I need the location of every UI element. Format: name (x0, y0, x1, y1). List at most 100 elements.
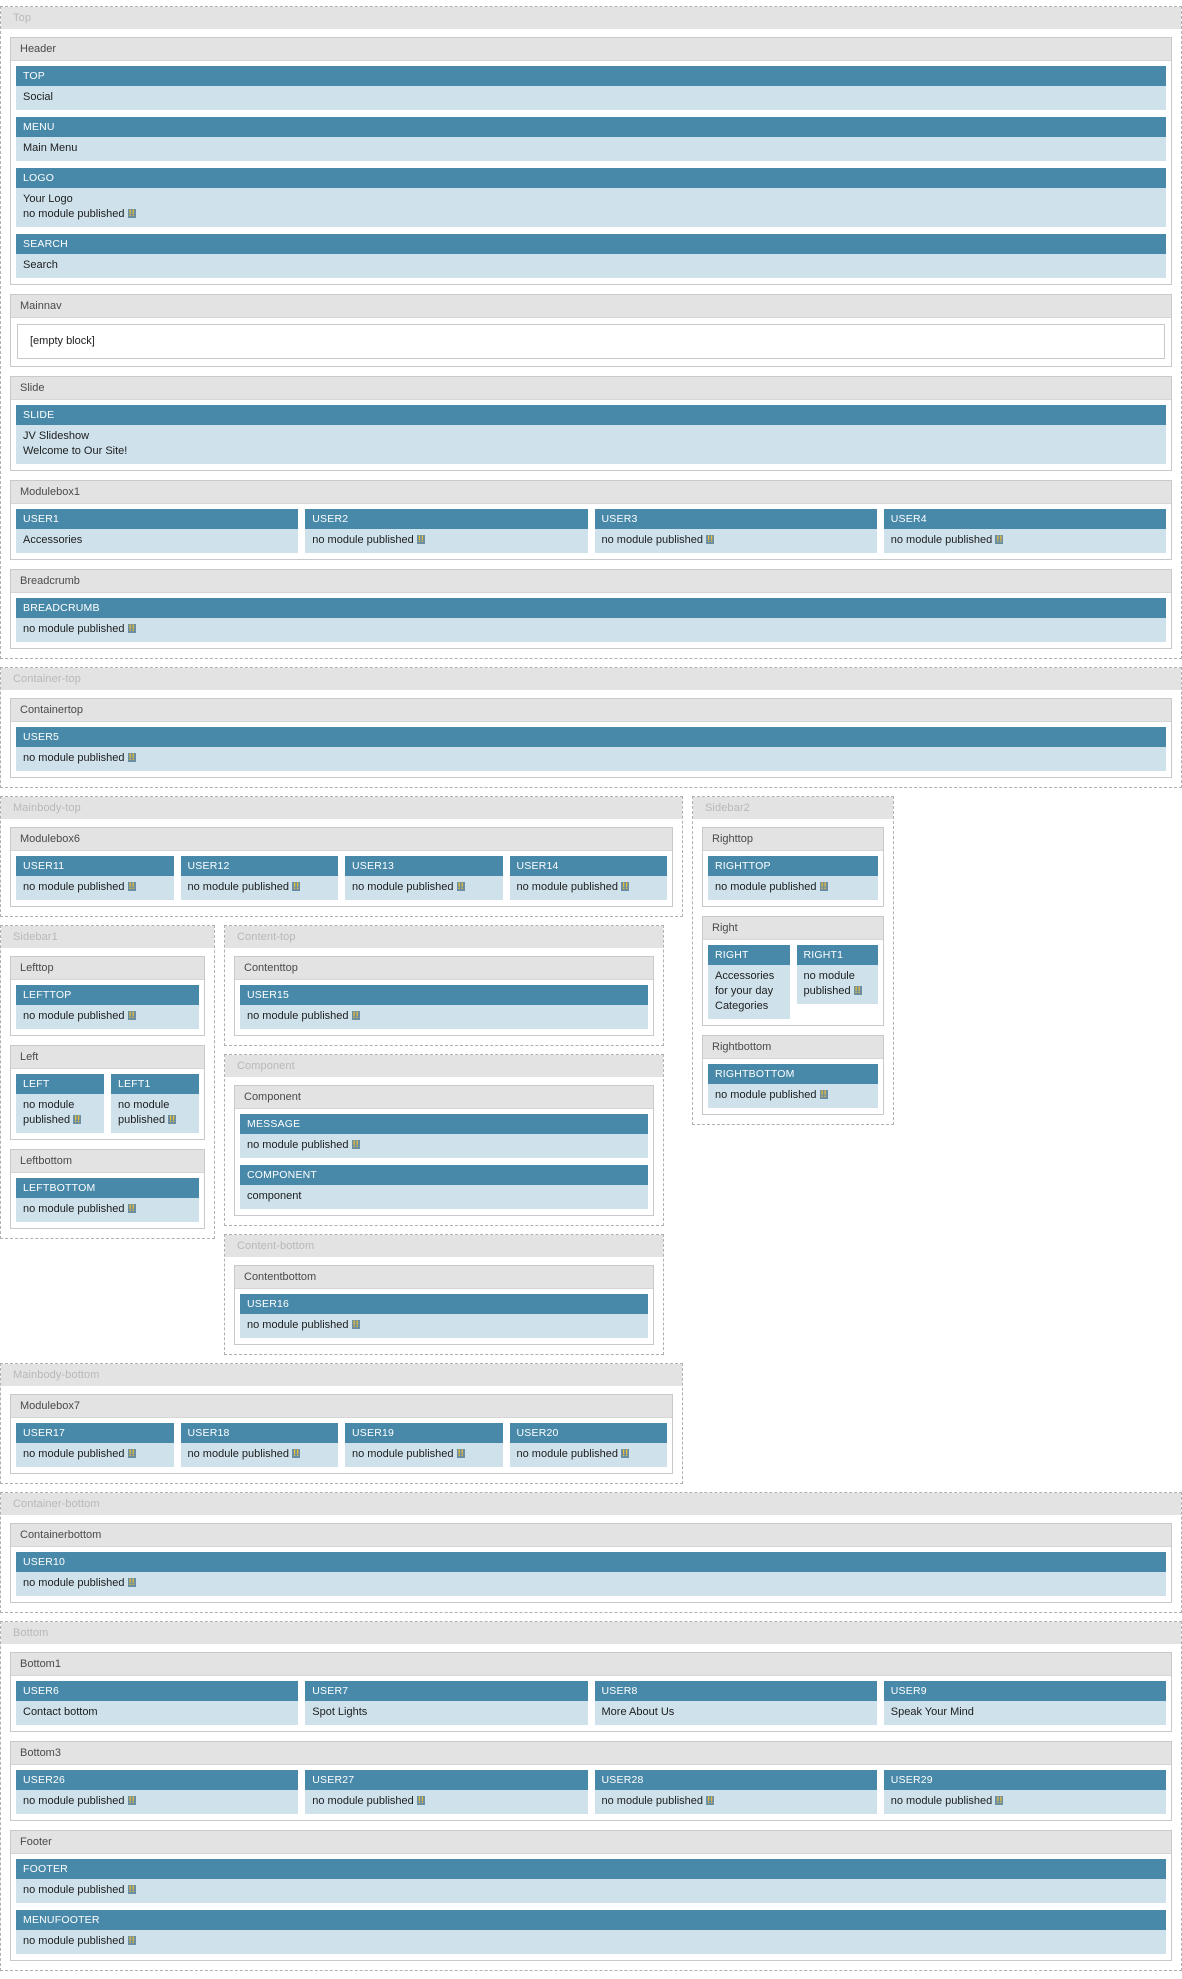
no-module-published-text: no module published !! (23, 1448, 136, 1460)
warning-marker-icon: !! (416, 534, 425, 544)
module-message[interactable]: MESSAGE no module published !! (240, 1114, 648, 1158)
region-body-sidebar2: Righttop RIGHTTOP no module published !! … (693, 819, 893, 1124)
module-user20[interactable]: USER20 no module published !! (509, 1423, 667, 1467)
module-search[interactable]: SEARCH Search (16, 234, 1166, 278)
empty-block-mainnav: [empty block] (17, 324, 1165, 359)
module-content: no module published !! (16, 1005, 199, 1029)
module-user7[interactable]: USER7 Spot Lights (305, 1681, 588, 1725)
module-position-title: USER28 (594, 1770, 877, 1790)
region-label-container-bottom: Container-bottom (1, 1493, 1181, 1515)
module-user15[interactable]: USER15 no module published !! (240, 985, 648, 1029)
region-component: Component Component MESSAGE no module pub… (224, 1054, 664, 1226)
module-content: no module published !! (594, 1790, 877, 1814)
box-label-lefttop: Lefttop (11, 957, 204, 980)
module-left[interactable]: LEFT no module published !! (16, 1074, 104, 1133)
box-containerbottom: Containerbottom USER10 no module publishe… (10, 1523, 1172, 1603)
module-position-title: USER26 (16, 1770, 299, 1790)
module-user5[interactable]: USER5 no module published !! (16, 727, 1166, 771)
module-leftbottom[interactable]: LEFTBOTTOM no module published !! (16, 1178, 199, 1222)
module-position-title: USER14 (509, 856, 667, 876)
module-lefttop[interactable]: LEFTTOP no module published !! (16, 985, 199, 1029)
module-user6[interactable]: USER6 Contact bottom (16, 1681, 299, 1725)
module-content: no module published !! (180, 876, 338, 900)
module-right[interactable]: RIGHT Accessories for your day Categories (708, 945, 790, 1019)
box-label-modulebox1: Modulebox1 (11, 481, 1171, 504)
module-content-line: Contact bottom (23, 1706, 98, 1718)
module-right1[interactable]: RIGHT1 no module published !! (796, 945, 878, 1019)
module-user2[interactable]: USER2 no module published !! (305, 509, 588, 553)
no-module-published-text: no module published !! (23, 1203, 136, 1215)
module-user1[interactable]: USER1 Accessories (16, 509, 299, 553)
module-user3[interactable]: USER3 no module published !! (594, 509, 877, 553)
module-position-title: LEFT (16, 1074, 104, 1094)
box-modulebox7: Modulebox7 USER17 no module published !! … (10, 1394, 673, 1474)
module-content-line: component (247, 1190, 302, 1202)
module-user14[interactable]: USER14 no module published !! (509, 856, 667, 900)
warning-marker-icon: !! (819, 881, 828, 891)
module-user8[interactable]: USER8 More About Us (594, 1681, 877, 1725)
box-label-footer: Footer (11, 1831, 1171, 1854)
box-contentbottom: Contentbottom USER16 no module published … (234, 1265, 654, 1345)
module-content: no module published !! (240, 1005, 648, 1029)
warning-marker-icon: !! (706, 534, 715, 544)
content-column: Content-top Contenttop USER15 no module p… (224, 925, 664, 1363)
region-body-mainbody-top: Modulebox6 USER11 no module published !! … (1, 819, 682, 916)
box-label-breadcrumb: Breadcrumb (11, 570, 1171, 593)
module-position-title: USER12 (180, 856, 338, 876)
warning-marker-icon: !! (127, 1577, 136, 1587)
module-logo[interactable]: LOGO Your Logo no module published !! (16, 168, 1166, 227)
warning-marker-icon: !! (292, 881, 301, 891)
module-content: no module published !! (345, 876, 503, 900)
module-slide[interactable]: SLIDE JV Slideshow Welcome to Our Site! (16, 405, 1166, 464)
module-position-title: USER1 (16, 509, 299, 529)
module-user4[interactable]: USER4 no module published !! (883, 509, 1166, 553)
module-rightbottom[interactable]: RIGHTBOTTOM no module published !! (708, 1064, 878, 1108)
no-module-published-text: no module published !! (247, 1010, 360, 1022)
box-lefttop: Lefttop LEFTTOP no module published !! (10, 956, 205, 1036)
box-leftbottom: Leftbottom LEFTBOTTOM no module published… (10, 1149, 205, 1229)
module-position-title: USER7 (305, 1681, 588, 1701)
module-footer[interactable]: FOOTER no module published !! (16, 1859, 1166, 1903)
module-user11[interactable]: USER11 no module published !! (16, 856, 174, 900)
module-user26[interactable]: USER26 no module published !! (16, 1770, 299, 1814)
no-module-published-text: no module published !! (352, 881, 465, 893)
module-user12[interactable]: USER12 no module published !! (180, 856, 338, 900)
no-module-published-text: no module published !! (23, 1577, 136, 1589)
module-righttop[interactable]: RIGHTTOP no module published !! (708, 856, 878, 900)
module-component[interactable]: COMPONENT component (240, 1165, 648, 1209)
no-module-published-text: no module published !! (247, 1319, 360, 1331)
box-body-contentbottom: USER16 no module published !! (235, 1289, 653, 1344)
module-grid-bottom1: USER6 Contact bottom USER7 Spot Lights USE… (16, 1681, 1166, 1725)
region-label-container-top: Container-top (1, 668, 1181, 690)
module-menu[interactable]: MENU Main Menu (16, 117, 1166, 161)
module-user28[interactable]: USER28 no module published !! (594, 1770, 877, 1814)
module-content: no module published !! (180, 1443, 338, 1467)
module-user13[interactable]: USER13 no module published !! (345, 856, 503, 900)
module-user9[interactable]: USER9 Speak Your Mind (883, 1681, 1166, 1725)
no-module-published-text: no module published !! (23, 752, 136, 764)
box-contenttop: Contenttop USER15 no module published !! (234, 956, 654, 1036)
module-menufooter[interactable]: MENUFOOTER no module published !! (16, 1910, 1166, 1954)
module-breadcrumb[interactable]: BREADCRUMB no module published !! (16, 598, 1166, 642)
module-user27[interactable]: USER27 no module published !! (305, 1770, 588, 1814)
module-user10[interactable]: USER10 no module published !! (16, 1552, 1166, 1596)
box-bottom3: Bottom3 USER26 no module published !! USE… (10, 1741, 1172, 1821)
module-content: no module published !! (16, 1094, 104, 1133)
box-body-contenttop: USER15 no module published !! (235, 980, 653, 1035)
module-top[interactable]: TOP Social (16, 66, 1166, 110)
module-user18[interactable]: USER18 no module published !! (180, 1423, 338, 1467)
module-left1[interactable]: LEFT1 no module published !! (111, 1074, 199, 1133)
box-body-rightbottom: RIGHTBOTTOM no module published !! (703, 1059, 883, 1114)
warning-marker-icon: !! (127, 1935, 136, 1945)
box-label-mainnav: Mainnav (11, 295, 1171, 318)
region-label-top: Top (1, 7, 1181, 29)
warning-marker-icon: !! (292, 1448, 301, 1458)
module-user16[interactable]: USER16 no module published !! (240, 1294, 648, 1338)
module-user29[interactable]: USER29 no module published !! (883, 1770, 1166, 1814)
module-user17[interactable]: USER17 no module published !! (16, 1423, 174, 1467)
module-position-title: USER19 (345, 1423, 503, 1443)
module-user19[interactable]: USER19 no module published !! (345, 1423, 503, 1467)
sidebar2-column: Sidebar2 Righttop RIGHTTOP no module publ… (692, 796, 894, 1133)
region-label-mainbody-bottom: Mainbody-bottom (1, 1364, 682, 1386)
warning-marker-icon: !! (621, 881, 630, 891)
